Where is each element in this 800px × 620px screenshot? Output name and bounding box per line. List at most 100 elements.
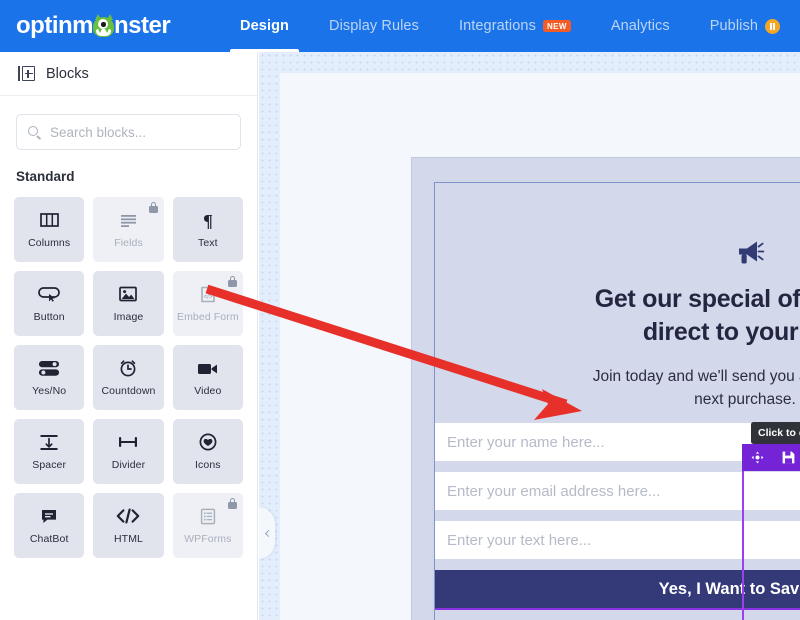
name-field-placeholder: Enter your name here... <box>447 433 605 451</box>
lock-icon <box>228 498 237 509</box>
block-image[interactable]: Image <box>93 271 164 336</box>
tab-publish-label: Publish <box>709 18 758 34</box>
block-wpforms[interactable]: WPForms <box>172 493 243 558</box>
tab-integrations[interactable]: Integrations NEW <box>439 0 591 52</box>
tab-analytics-label: Analytics <box>610 18 670 34</box>
lock-icon <box>148 202 158 213</box>
brand-logo-text: optinm nster <box>16 12 171 40</box>
block-button[interactable]: Button <box>14 271 85 336</box>
video-icon <box>197 359 218 378</box>
tab-publish[interactable]: Publish <box>690 0 800 52</box>
sidebar-header: Blocks <box>0 52 257 96</box>
yes-no-icon <box>38 359 60 378</box>
tab-design-label: Design <box>240 18 289 34</box>
tab-design[interactable]: Design <box>220 0 309 52</box>
divider-icon <box>117 433 139 452</box>
heart-circle-icon <box>199 433 217 452</box>
spacer-icon <box>39 433 59 452</box>
brand-name-suffix: nster <box>113 12 171 39</box>
block-countdown[interactable]: Countdown <box>93 345 164 410</box>
blocks-sidebar: Blocks Search blocks... Standard Columns… <box>0 52 258 620</box>
popup-subtext-after: next purchase. <box>694 391 796 409</box>
move-icon <box>751 451 764 464</box>
block-yes-no[interactable]: Yes/No <box>14 345 85 410</box>
email-field-placeholder: Enter your email address here... <box>447 482 661 500</box>
block-chatbot[interactable]: ChatBot <box>14 493 85 558</box>
code-icon <box>116 507 140 526</box>
campaign-popup-preview: Get our special offers and direct to you… <box>411 157 800 620</box>
tab-analytics[interactable]: Analytics <box>591 0 690 52</box>
block-yes-no-label: Yes/No <box>32 384 67 397</box>
main-nav: Design Display Rules Integrations NEW An… <box>220 0 800 52</box>
popup-heading: Get our special offers and direct to you… <box>435 283 800 349</box>
megaphone-icon <box>735 238 765 270</box>
block-columns-label: Columns <box>28 236 71 249</box>
new-badge: NEW <box>542 19 571 33</box>
popup-subtext: Join today and we'll send you a 10% disc… <box>435 365 800 412</box>
block-text[interactable]: ¶ Text <box>172 197 243 262</box>
section-label-standard: Standard <box>16 169 75 184</box>
block-embed-form-label: Embed Form <box>176 310 239 323</box>
block-html-label: HTML <box>114 532 143 545</box>
block-html[interactable]: HTML <box>93 493 164 558</box>
svg-text:</>: </> <box>203 294 212 300</box>
popup-cta-button[interactable]: Yes, I Want to Save 10 <box>435 570 800 610</box>
sidebar-title: Blocks <box>46 65 89 82</box>
optinmonster-campaign-builder: optinm nster Design Display Rules Integra… <box>0 0 800 620</box>
design-canvas: Get our special offers and direct to you… <box>259 52 800 620</box>
tab-integrations-label: Integrations <box>458 18 536 34</box>
block-action-toolbar <box>742 444 800 471</box>
clock-icon <box>119 359 137 378</box>
block-video[interactable]: Video <box>172 345 243 410</box>
email-field[interactable]: Enter your email address here... <box>435 472 800 510</box>
text-field[interactable]: Enter your text here... <box>435 521 800 559</box>
block-fields[interactable]: Fields <box>93 197 164 262</box>
image-icon <box>119 285 138 304</box>
columns-icon <box>39 211 59 230</box>
tab-display-rules-label: Display Rules <box>329 18 419 34</box>
svg-text:¶: ¶ <box>203 212 213 229</box>
floppy-disk-icon <box>782 451 795 464</box>
block-icons-label: Icons <box>195 458 221 471</box>
button-icon <box>38 285 61 304</box>
block-divider[interactable]: Divider <box>93 419 164 484</box>
paragraph-icon: ¶ <box>200 211 216 230</box>
tab-display-rules[interactable]: Display Rules <box>309 0 439 52</box>
popup-heading-line2: direct to your mai <box>642 318 800 346</box>
block-embed-form[interactable]: </> Embed Form <box>172 271 243 336</box>
block-video-label: Video <box>194 384 222 397</box>
pause-status-icon <box>765 18 780 34</box>
block-button-label: Button <box>33 310 65 323</box>
delete-block-tooltip: Click to delete this block from your des… <box>751 422 800 444</box>
block-fields-label: Fields <box>114 236 143 249</box>
popup-heading-line1: Get our special offers and <box>594 285 800 313</box>
search-section: Search blocks... <box>0 96 257 150</box>
lock-icon <box>228 276 237 287</box>
search-placeholder: Search blocks... <box>50 124 147 140</box>
chat-icon <box>40 507 58 526</box>
monster-mascot-icon <box>92 14 115 38</box>
chevron-left-icon <box>264 529 272 537</box>
fields-icon <box>119 211 138 230</box>
block-text-label: Text <box>197 236 218 249</box>
block-columns[interactable]: Columns <box>14 197 85 262</box>
block-image-label: Image <box>113 310 144 323</box>
top-navigation-bar: optinm nster Design Display Rules Integra… <box>0 0 800 52</box>
add-block-icon <box>18 65 35 82</box>
popup-subtext-before: Join today and we'll send you a <box>592 368 800 385</box>
block-spacer-label: Spacer <box>32 458 67 471</box>
save-block-button[interactable] <box>773 444 800 471</box>
brand-logo[interactable]: optinm nster <box>0 0 206 52</box>
block-countdown-label: Countdown <box>101 384 156 397</box>
block-spacer[interactable]: Spacer <box>14 419 85 484</box>
search-input[interactable]: Search blocks... <box>16 114 241 150</box>
blocks-grid: Columns Fields ¶ Text Button Image </> E… <box>0 184 257 558</box>
block-icons[interactable]: Icons <box>172 419 243 484</box>
popup-inner-border: Get our special offers and direct to you… <box>431 179 800 620</box>
move-block-button[interactable] <box>742 444 773 471</box>
block-wpforms-label: WPForms <box>184 532 232 545</box>
block-chatbot-label: ChatBot <box>29 532 69 545</box>
brand-name-prefix: optinm <box>16 12 93 39</box>
block-divider-label: Divider <box>111 458 146 471</box>
text-field-placeholder: Enter your text here... <box>447 531 592 549</box>
